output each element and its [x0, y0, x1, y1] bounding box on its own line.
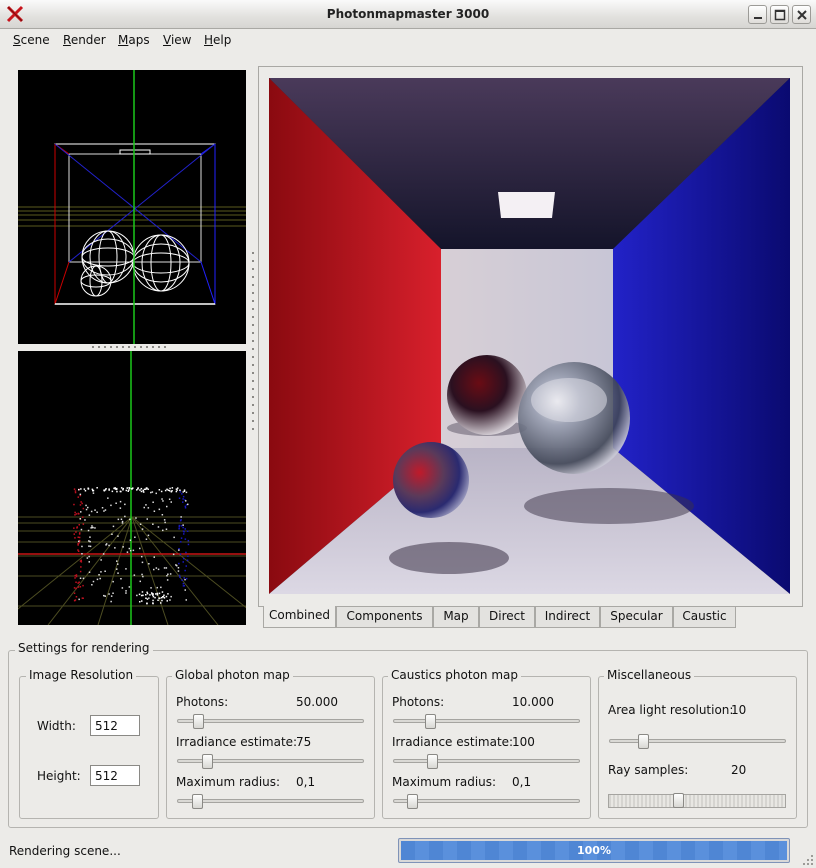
caustics-photons-slider-thumb[interactable] [425, 714, 436, 729]
photon-map-view [18, 351, 246, 625]
ray-samples-slider[interactable] [608, 794, 786, 808]
progress-label: 100% [577, 844, 611, 857]
resize-grip-icon[interactable] [802, 854, 814, 866]
image-resolution-group [19, 676, 159, 819]
global-radius-label: Maximum radius: [176, 775, 281, 789]
tab-specular[interactable]: Specular [600, 607, 673, 628]
area-light-slider-thumb[interactable] [638, 734, 649, 749]
tab-indirect[interactable]: Indirect [535, 607, 600, 628]
tab-combined[interactable]: Combined [263, 606, 336, 628]
menu-help[interactable]: Help [204, 33, 231, 47]
image-resolution-title: Image Resolution [26, 668, 137, 682]
wireframe-viewport[interactable] [18, 70, 246, 344]
rendered-cornell-box [269, 78, 790, 594]
menu-maps[interactable]: Maps [118, 33, 150, 47]
render-progress-bar: 100% [398, 838, 790, 863]
global-radius-value: 0,1 [296, 775, 316, 789]
height-field[interactable]: 512 [90, 765, 140, 786]
ray-samples-label: Ray samples: [608, 763, 689, 777]
caustics-photons-label: Photons: [392, 695, 445, 709]
status-text: Rendering scene... [9, 844, 121, 858]
settings-title: Settings for rendering [15, 641, 153, 655]
caustics-radius-label: Maximum radius: [392, 775, 497, 789]
global-radius-slider[interactable] [177, 799, 364, 803]
main-splitter-handle[interactable] [251, 250, 255, 440]
tab-map[interactable]: Map [433, 607, 479, 628]
global-irradiance-slider-thumb[interactable] [202, 754, 213, 769]
caustics-irradiance-value: 100 [512, 735, 535, 749]
close-button[interactable] [792, 5, 811, 24]
tab-components[interactable]: Components [336, 607, 433, 628]
viewport-splitter-handle[interactable] [90, 345, 170, 349]
menu-view[interactable]: View [163, 33, 191, 47]
wireframe-scene [18, 70, 246, 344]
close-icon [797, 10, 807, 20]
caustics-radius-value: 0,1 [512, 775, 532, 789]
width-label: Width: [37, 719, 76, 733]
area-light-slider[interactable] [609, 739, 786, 743]
maximize-icon [774, 9, 786, 21]
global-photons-slider[interactable] [177, 719, 364, 723]
window-title: Photonmapmaster 3000 [326, 7, 490, 21]
caustics-photons-value: 10.000 [512, 695, 554, 709]
maximize-button[interactable] [770, 5, 789, 24]
global-radius-slider-thumb[interactable] [192, 794, 203, 809]
ray-samples-slider-thumb[interactable] [673, 793, 684, 808]
area-light-label: Area light resolution: [608, 703, 734, 717]
caustics-photons-slider[interactable] [393, 719, 580, 723]
global-photons-slider-thumb[interactable] [193, 714, 204, 729]
caustics-photon-map-title: Caustics photon map [388, 668, 521, 682]
global-photon-map-title: Global photon map [172, 668, 293, 682]
photon-map-viewport[interactable] [18, 351, 246, 625]
height-label: Height: [37, 769, 81, 783]
width-field[interactable]: 512 [90, 715, 140, 736]
caustics-irradiance-label: Irradiance estimate: [392, 735, 514, 749]
menu-bar: Scene Render Maps View Help [0, 29, 816, 53]
menu-render[interactable]: Render [63, 33, 106, 47]
caustics-irradiance-slider[interactable] [393, 759, 580, 763]
tab-direct[interactable]: Direct [479, 607, 535, 628]
title-bar: Photonmapmaster 3000 [0, 0, 816, 29]
minimize-button[interactable] [748, 5, 767, 24]
render-output[interactable] [269, 78, 790, 594]
miscellaneous-title: Miscellaneous [604, 668, 695, 682]
global-irradiance-value: 75 [296, 735, 312, 749]
caustics-radius-slider-thumb[interactable] [407, 794, 418, 809]
global-photons-label: Photons: [176, 695, 229, 709]
tab-caustic[interactable]: Caustic [673, 607, 736, 628]
area-light-value: 10 [731, 703, 747, 717]
global-irradiance-label: Irradiance estimate: [176, 735, 298, 749]
caustics-radius-slider[interactable] [393, 799, 580, 803]
menu-scene[interactable]: Scene [13, 33, 50, 47]
global-photons-value: 50.000 [296, 695, 338, 709]
minimize-icon [754, 17, 762, 19]
ray-samples-value: 20 [731, 763, 747, 777]
caustics-irradiance-slider-thumb[interactable] [427, 754, 438, 769]
